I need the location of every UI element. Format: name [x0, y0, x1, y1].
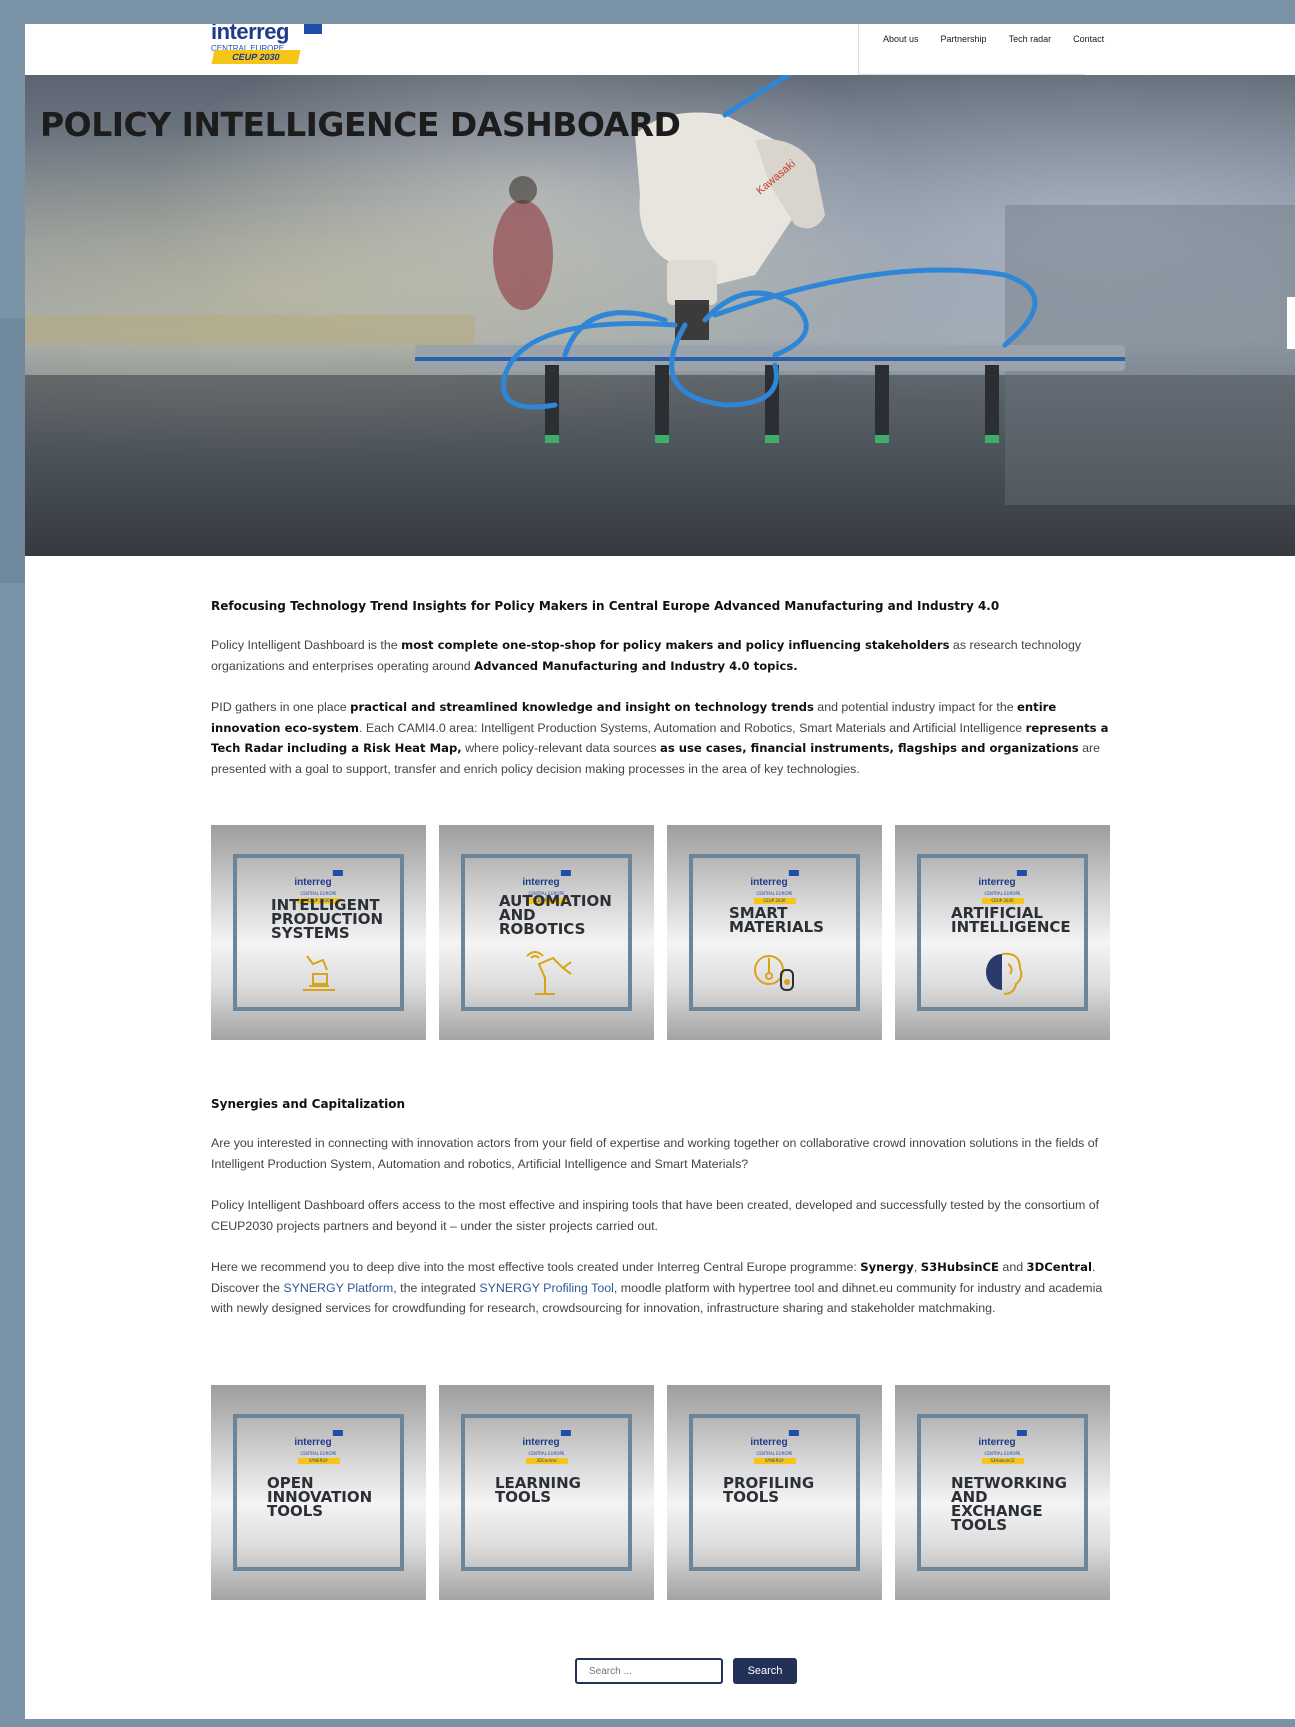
search-input[interactable]	[575, 1658, 723, 1684]
intro-paragraph-1: Policy Intelligent Dashboard is the most…	[211, 638, 1082, 673]
nav-tech-radar[interactable]: Tech radar	[1009, 34, 1052, 44]
tool-tile-profiling-tools[interactable]: interreg CENTRAL EUROPE SYNERGY PROFILING T…	[667, 1385, 882, 1600]
nav-about-us[interactable]: About us	[883, 34, 919, 44]
tile-frame: interreg CENTRAL EUROPE 3DCentral LEARNING …	[461, 1414, 632, 1571]
tile-smart-materials[interactable]: interreg CENTRAL EUROPE CEUP 2030 SMART MAT…	[667, 825, 882, 1040]
page: interreg CENTRAL EUROPE CEUP 2030 About …	[25, 24, 1295, 1719]
tile-frame: interreg CENTRAL EUROPE S3HubsinCE NETWORKI…	[917, 1414, 1088, 1571]
robot-arm-icon	[517, 950, 577, 1002]
tile-label: PROFILING TOOLS	[723, 1474, 815, 1506]
production-icon	[299, 950, 339, 998]
tile-automation-and-robotics[interactable]: interreg CENTRAL EUROPE CEUP 2030 AUTOMATIO…	[439, 825, 654, 1040]
interreg-logo[interactable]: interreg CENTRAL EUROPE CEUP 2030	[211, 24, 322, 66]
brain-icon	[980, 950, 1026, 1004]
intro-section: Refocusing Technology Trend Insights for…	[211, 599, 1111, 779]
area-tiles: interreg CENTRAL EUROPE CEUP 2030 INTELLIGE…	[211, 825, 1112, 1040]
tile-mini-logo: interreg CENTRAL EUROPE CEUP 2030	[978, 870, 1027, 904]
hero-banner: Kawasaki POLICY INTELLIGENCE DASHBOARD	[25, 75, 1295, 556]
site-header: interreg CENTRAL EUROPE CEUP 2030 About …	[25, 24, 1295, 75]
synergies-paragraph-1: Are you interested in connecting with in…	[211, 1136, 1099, 1171]
tile-label: LEARNING TOOLS	[495, 1474, 581, 1506]
tile-artificial-intelligence[interactable]: interreg CENTRAL EUROPE CEUP 2030 ARTIFICIA…	[895, 825, 1110, 1040]
robot-arm-image: Kawasaki	[25, 75, 1295, 556]
search-button[interactable]: Search	[733, 1658, 797, 1684]
main-nav: About us Partnership Tech radar Contact	[883, 34, 1104, 44]
synergies-section: Synergies and Capitalization Are you int…	[211, 1097, 1111, 1319]
tool-tile-open-innovation-tools[interactable]: interreg CENTRAL EUROPE SYNERGY OPEN INNOVA…	[211, 1385, 426, 1600]
nav-partnership[interactable]: Partnership	[941, 34, 987, 44]
nav-divider	[858, 24, 859, 74]
materials-icon	[751, 950, 799, 998]
tile-label: AUTOMATION AND ROBOTICS	[499, 892, 612, 938]
eu-flag-icon	[304, 24, 322, 34]
tile-label: NETWORKING AND EXCHANGE TOOLS	[951, 1474, 1067, 1534]
tile-mini-logo: interreg CENTRAL EUROPE 3DCentral	[522, 1430, 571, 1464]
logo-tag: CEUP 2030	[211, 50, 301, 64]
intro-heading: Refocusing Technology Trend Insights for…	[211, 599, 1000, 613]
tool-tile-learning-tools[interactable]: interreg CENTRAL EUROPE 3DCentral LEARNING …	[439, 1385, 654, 1600]
tile-mini-logo: interreg CENTRAL EUROPE S3HubsinCE	[978, 1430, 1027, 1464]
intro-paragraph-2: PID gathers in one place practical and s…	[211, 700, 1109, 776]
tile-mini-logo: interreg CENTRAL EUROPE CEUP 2030	[750, 870, 799, 904]
synergies-heading: Synergies and Capitalization	[211, 1097, 406, 1111]
inline-link[interactable]: SYNERGY Platform	[283, 1281, 393, 1295]
tool-tiles: interreg CENTRAL EUROPE SYNERGY OPEN INNOVA…	[211, 1385, 1112, 1600]
tile-frame: interreg CENTRAL EUROPE CEUP 2030 ARTIFICIA…	[917, 854, 1088, 1011]
inline-link[interactable]: SYNERGY Profiling Tool	[479, 1281, 614, 1295]
nav-contact[interactable]: Contact	[1073, 34, 1104, 44]
hero-title: POLICY INTELLIGENCE DASHBOARD	[40, 105, 681, 144]
tile-label: OPEN INNOVATION TOOLS	[267, 1474, 373, 1520]
tile-label: ARTIFICIAL INTELLIGENCE	[951, 904, 1071, 936]
tile-frame: interreg CENTRAL EUROPE CEUP 2030 AUTOMATIO…	[461, 854, 632, 1011]
tile-frame: interreg CENTRAL EUROPE SYNERGY OPEN INNOVA…	[233, 1414, 404, 1571]
tile-mini-logo: interreg CENTRAL EUROPE SYNERGY	[750, 1430, 799, 1464]
left-edge-bar	[0, 318, 25, 583]
search-form: Search	[575, 1658, 797, 1684]
tool-tile-networking-and-exchange-tools[interactable]: interreg CENTRAL EUROPE S3HubsinCE NETWORKI…	[895, 1385, 1110, 1600]
tile-intelligent-production-systems[interactable]: interreg CENTRAL EUROPE CEUP 2030 INTELLIGE…	[211, 825, 426, 1040]
side-tab[interactable]	[1287, 297, 1295, 349]
tile-frame: interreg CENTRAL EUROPE CEUP 2030 INTELLIGE…	[233, 854, 404, 1011]
tile-mini-logo: interreg CENTRAL EUROPE SYNERGY	[294, 1430, 343, 1464]
tile-label: INTELLIGENT PRODUCTION SYSTEMS	[271, 896, 384, 942]
synergies-paragraph-3: Here we recommend you to deep dive into …	[211, 1260, 1103, 1315]
tile-frame: interreg CENTRAL EUROPE SYNERGY PROFILING T…	[689, 1414, 860, 1571]
tile-frame: interreg CENTRAL EUROPE CEUP 2030 SMART MAT…	[689, 854, 860, 1011]
tile-label: SMART MATERIALS	[729, 904, 824, 936]
synergies-paragraph-2: Policy Intelligent Dashboard offers acce…	[211, 1198, 1100, 1233]
